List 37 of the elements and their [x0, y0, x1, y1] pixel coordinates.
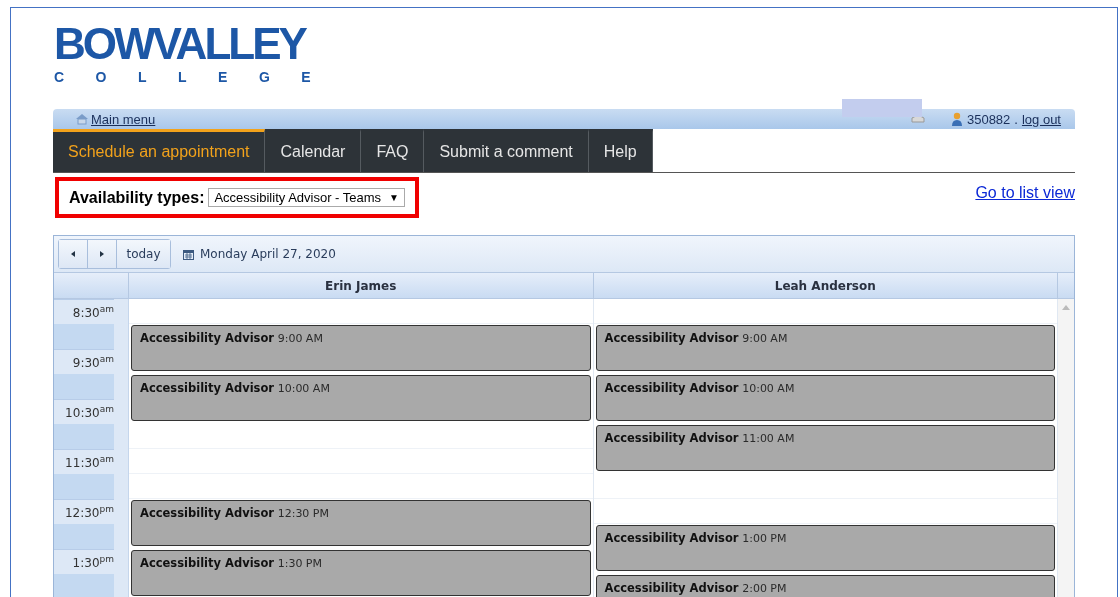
appointment-slot[interactable]: Accessibility Advisor 1:30 PM [131, 550, 591, 596]
appointment-slot[interactable]: Accessibility Advisor 9:00 AM [595, 325, 1055, 371]
user-id: 350882 [966, 111, 1011, 127]
college-logo-wordmark: BOWVALLEY [54, 18, 307, 70]
nav-tab[interactable]: FAQ [361, 129, 425, 172]
separator-dot: . [1014, 111, 1018, 127]
appointment-slot[interactable]: Accessibility Advisor 11:00 AM [595, 425, 1055, 471]
user-icon [950, 112, 963, 126]
main-menu-link[interactable]: Main menu [75, 111, 156, 127]
current-date: Monday April 27, 2020 [200, 247, 336, 261]
appointment-slot[interactable]: Accessibility Advisor 10:00 AM [131, 375, 591, 421]
nav-tab[interactable]: Help [588, 129, 653, 172]
appointment-slot[interactable]: Accessibility Advisor 10:00 AM [595, 375, 1055, 421]
home-icon [75, 113, 89, 125]
nav-tab[interactable]: Submit a comment [424, 129, 589, 172]
tray-icon[interactable] [910, 114, 925, 124]
next-icon [99, 251, 105, 257]
column-header: Leah Anderson [593, 273, 1058, 298]
next-button[interactable] [88, 240, 117, 268]
logout-link[interactable]: log out [1021, 111, 1061, 127]
calendar-icon [183, 248, 194, 260]
college-logo-subtitle: COLLEGE [54, 68, 343, 86]
today-button[interactable]: today [117, 240, 170, 268]
nav-tab[interactable]: Calendar [265, 129, 362, 172]
appointment-slot[interactable]: Accessibility Advisor 2:00 PM [595, 575, 1055, 597]
appointment-slot[interactable]: Accessibility Advisor 9:00 AM [131, 325, 591, 371]
availability-types-select[interactable]: Accessibility Advisor - Teams ▼ [208, 188, 405, 207]
previous-icon [70, 251, 76, 257]
scrollbar[interactable] [1058, 299, 1074, 597]
column-header: Erin James [129, 273, 594, 298]
nav-tab[interactable]: Schedule an appointment [53, 129, 266, 172]
availability-types-label: Availability types: [69, 188, 205, 207]
appointment-slot[interactable]: Accessibility Advisor 12:30 PM [131, 500, 591, 546]
appointment-slot[interactable]: Accessibility Advisor 1:00 PM [595, 525, 1055, 571]
previous-button[interactable] [59, 240, 88, 268]
scroll-up-icon [1062, 305, 1070, 310]
list-view-link[interactable]: Go to list view [975, 184, 1075, 202]
